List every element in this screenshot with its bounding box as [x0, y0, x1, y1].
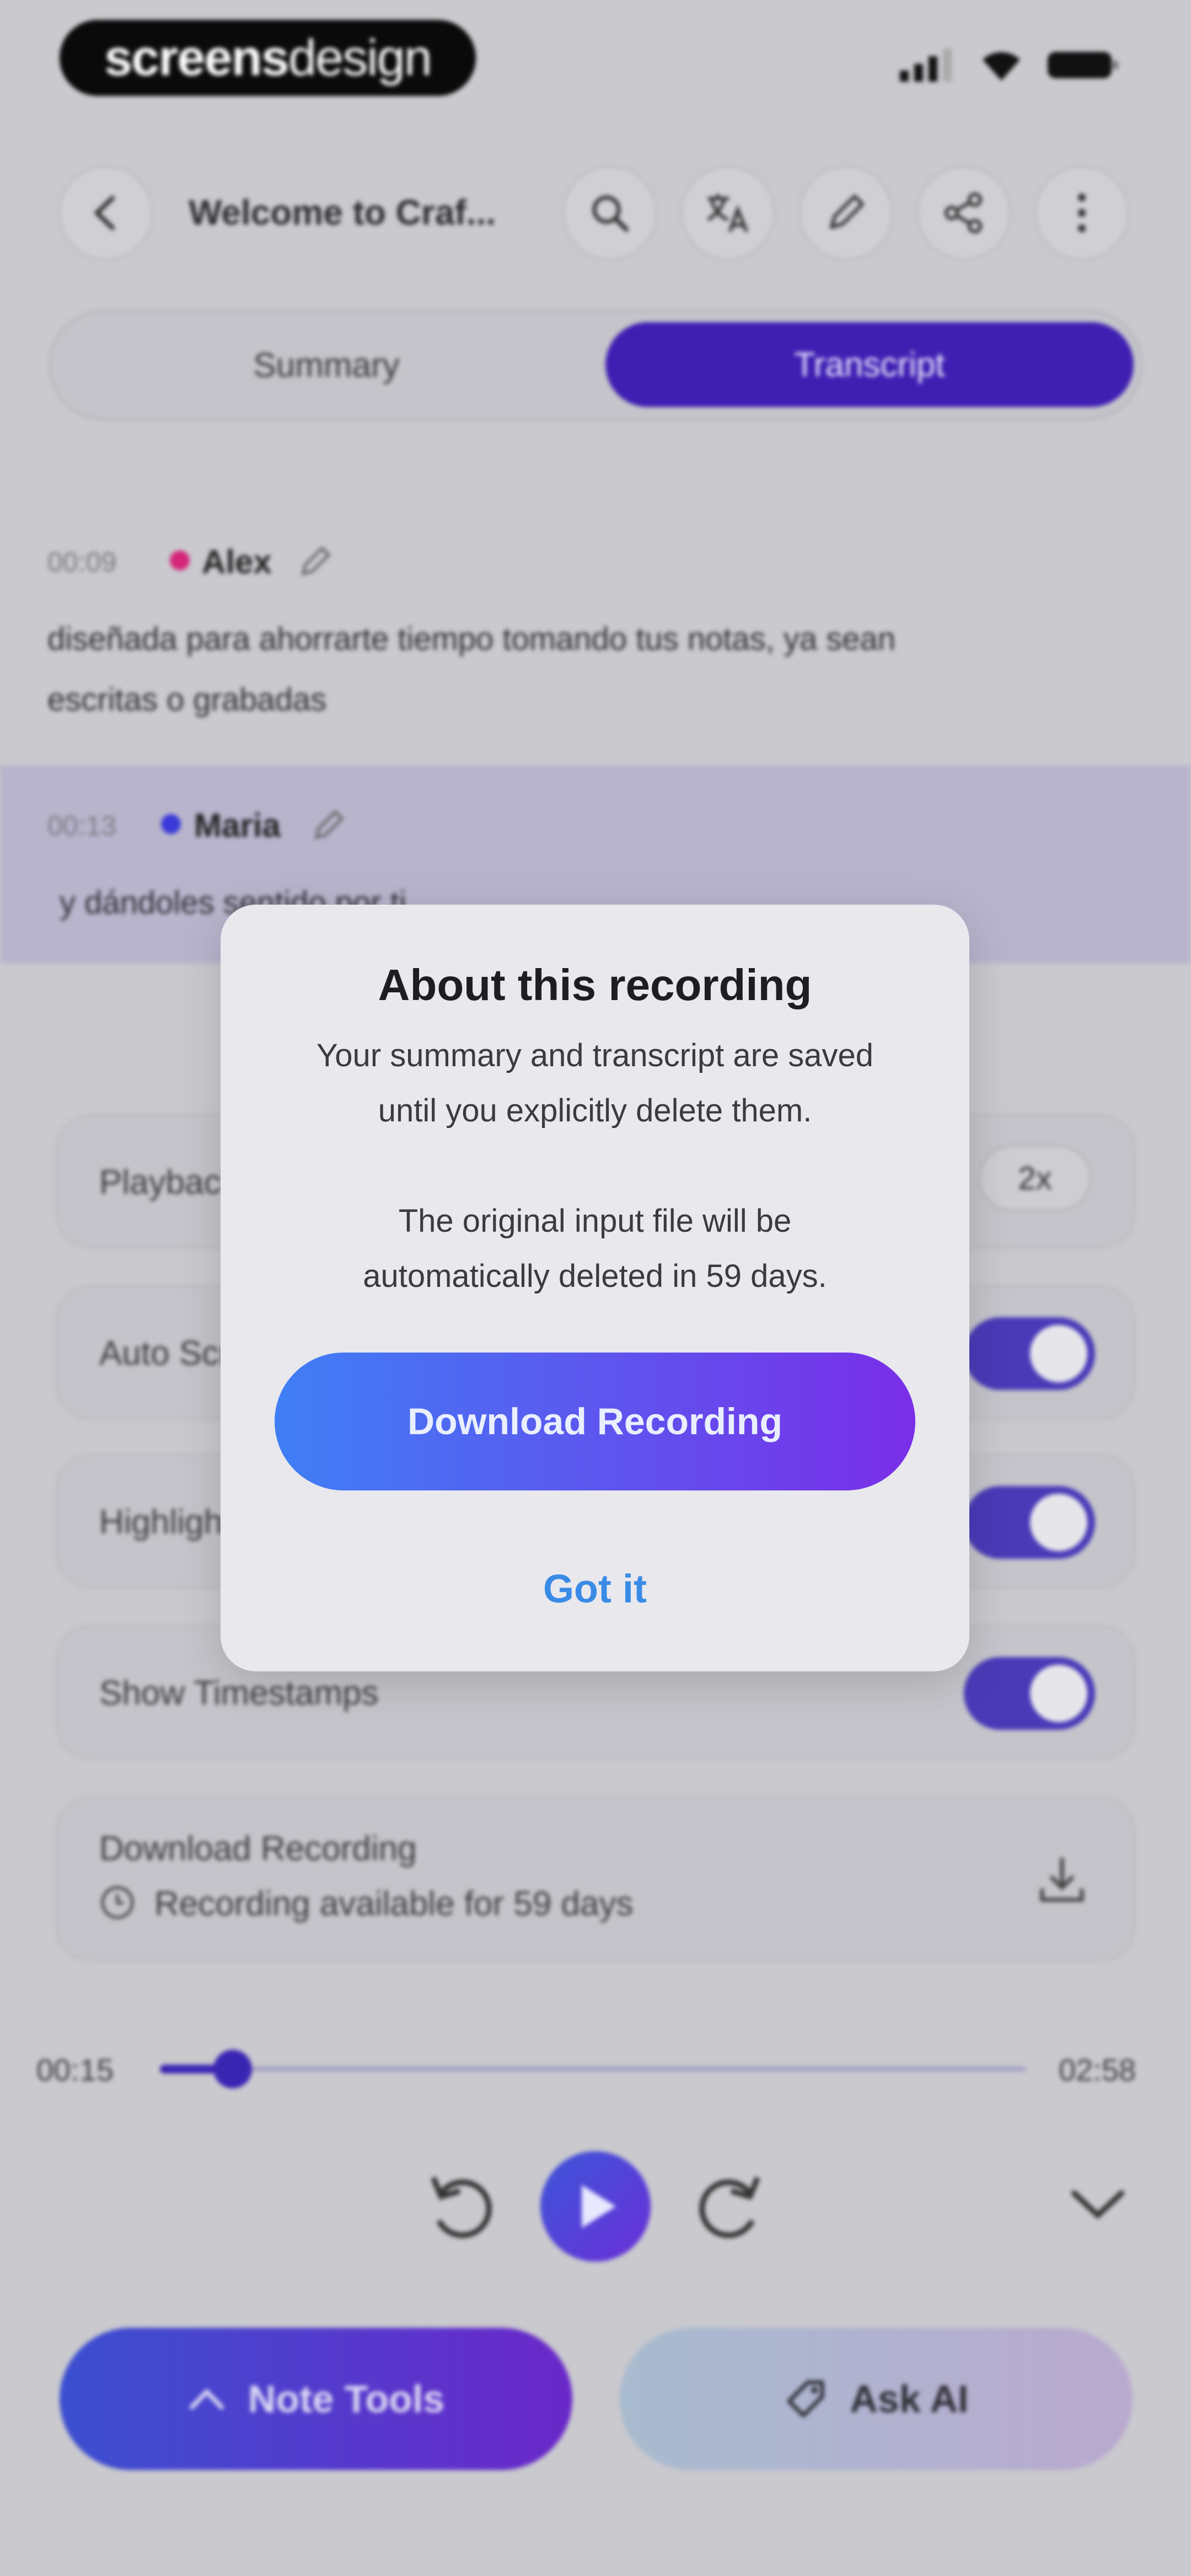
dialog-text: Your summary and transcript are saved	[316, 1038, 874, 1073]
download-icon[interactable]	[1034, 1852, 1090, 1907]
dialog-text: until you explicitly delete them.	[378, 1093, 812, 1129]
tab-summary[interactable]: Summary	[51, 312, 602, 418]
tab-switcher: Summary Transcript	[49, 310, 1142, 420]
highlight-toggle[interactable]	[964, 1486, 1095, 1559]
back-button[interactable]	[58, 165, 153, 260]
dialog-text: The original input file will be	[398, 1203, 792, 1239]
sparkle-tag-icon	[787, 2380, 824, 2418]
chevron-left-icon	[94, 196, 115, 230]
speaker-name: Alex	[202, 543, 272, 580]
transcript-text: diseñada para ahorrarte tiempo tomando t…	[47, 621, 895, 657]
page-title: Welcome to Craf...	[189, 193, 496, 232]
status-bar	[900, 49, 1119, 82]
edit-button[interactable]	[798, 165, 893, 260]
got-it-button[interactable]: Got it	[221, 1567, 969, 1612]
battery-icon	[1048, 52, 1118, 78]
play-icon	[582, 2185, 616, 2228]
dialog-title: About this recording	[378, 960, 812, 1009]
edit-speaker-icon[interactable]	[310, 805, 348, 844]
download-recording-row[interactable]: Download Recording Recording available f…	[55, 1796, 1136, 1962]
tab-transcript[interactable]: Transcript	[605, 322, 1134, 407]
progress-track[interactable]	[160, 2050, 1026, 2088]
forward-icon[interactable]	[689, 2166, 772, 2248]
download-recording-button[interactable]: Download Recording	[275, 1353, 915, 1490]
about-recording-dialog: About this recording Your summary and tr…	[221, 905, 969, 1671]
speaker-dot	[170, 551, 190, 570]
rewind-icon[interactable]	[419, 2166, 502, 2248]
translate-icon	[707, 194, 748, 233]
more-button[interactable]	[1034, 165, 1129, 260]
brand-logo: screens design	[60, 20, 476, 96]
timestamp: 00:09	[47, 547, 117, 578]
note-tools-button[interactable]: Note Tools	[60, 2328, 572, 2470]
share-button[interactable]	[916, 165, 1011, 260]
chevron-down-icon[interactable]	[1067, 2182, 1128, 2226]
signal-icon	[900, 49, 952, 82]
timestamp: 00:13	[47, 810, 117, 841]
play-button[interactable]	[540, 2151, 651, 2262]
app-screen: screens design Welcome to Craf... Summar…	[0, 0, 1191, 2576]
speed-chip[interactable]: 2x	[978, 1145, 1092, 1211]
total-time: 02:58	[1059, 2053, 1136, 2087]
progress-thumb[interactable]	[213, 2050, 252, 2088]
chevron-up-icon	[189, 2388, 224, 2409]
transcript-text: escritas o grabadas	[47, 682, 327, 718]
search-icon	[592, 195, 629, 232]
more-vertical-icon	[1078, 194, 1086, 232]
speaker-name: Maria	[194, 807, 281, 844]
auto-scroll-toggle[interactable]	[964, 1317, 1095, 1390]
ask-ai-button[interactable]: Ask AI	[620, 2328, 1133, 2470]
clock-icon	[101, 1886, 134, 1919]
dialog-text: automatically deleted in 59 days.	[363, 1258, 827, 1294]
share-icon	[945, 193, 982, 233]
speaker-dot	[161, 814, 181, 834]
wifi-icon	[983, 52, 1020, 81]
search-button[interactable]	[562, 165, 657, 260]
pencil-icon	[830, 195, 864, 229]
timestamps-toggle[interactable]	[964, 1657, 1095, 1730]
edit-speaker-icon[interactable]	[297, 542, 335, 580]
translate-button[interactable]	[680, 165, 775, 260]
current-time: 00:15	[36, 2053, 114, 2087]
